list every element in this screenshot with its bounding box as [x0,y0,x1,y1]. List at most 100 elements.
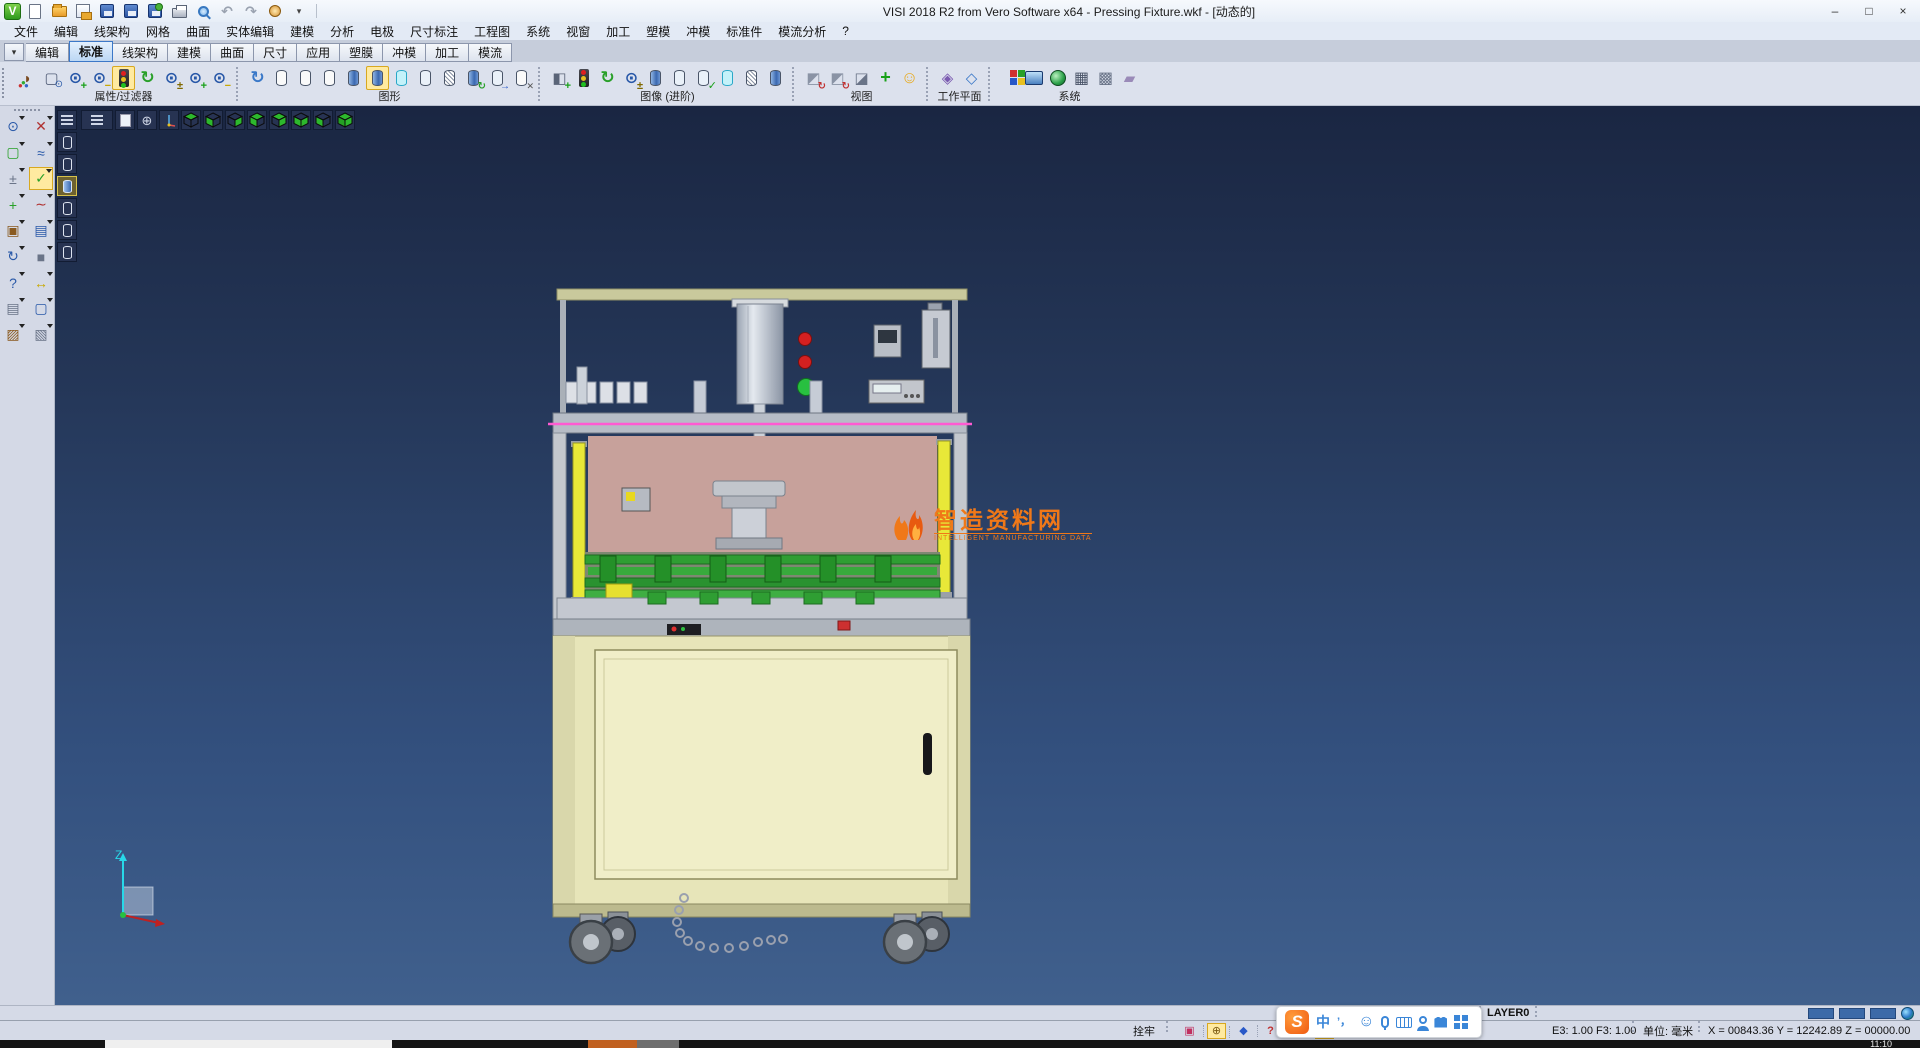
menu-help[interactable]: ? [834,22,857,40]
tab-dropdown-button[interactable]: ▾ [4,43,24,61]
hide-all-icon[interactable] [208,66,231,90]
filter-traffic-light-icon[interactable] [112,66,135,90]
measure-tool[interactable]: ↔ [29,271,53,294]
print-button[interactable] [169,2,189,20]
menu-mold[interactable]: 塑模 [638,22,678,40]
new-file-button[interactable] [25,2,45,20]
save-all-button[interactable] [145,2,165,20]
visi-logo-icon[interactable]: V [4,3,21,20]
attributes-page-view-icon[interactable] [40,66,63,90]
menu-dimension[interactable]: 尺寸标注 [402,22,466,40]
menu-stamping[interactable]: 冲模 [678,22,718,40]
machine-model[interactable] [55,106,1920,1005]
qat-customize-button[interactable]: ▾ [289,2,309,20]
spline-tool[interactable]: ∼ [29,193,53,216]
section-tool[interactable]: ▧ [29,323,53,346]
menu-machining[interactable]: 加工 [598,22,638,40]
hatched-mode-icon[interactable] [438,66,461,90]
shading-settings-icon[interactable] [510,66,533,90]
menu-wireframe[interactable]: 线架构 [86,22,138,40]
advanced-ghost-icon[interactable] [668,66,691,90]
units-indicator[interactable]: 单位: 毫米 [1643,1021,1693,1040]
help-query-tool[interactable]: ? [1,271,25,294]
attributes-paint-icon[interactable] [16,66,39,90]
redo-button[interactable]: ↷ [241,2,261,20]
advanced-shaded-icon[interactable] [644,66,667,90]
globe-icon[interactable] [1901,1007,1914,1020]
ime-skin-icon[interactable] [1434,1017,1447,1028]
move-axis-tool[interactable]: + [1,193,25,216]
insert-file-button[interactable] [73,2,93,20]
taskbar-app-button[interactable] [588,1040,637,1048]
show-entities-icon[interactable] [64,66,87,90]
menu-standard-parts[interactable]: 标准件 [718,22,770,40]
advanced-view-add-icon[interactable] [548,66,571,90]
view-plane-icon[interactable] [850,66,873,90]
ime-keyboard-icon[interactable] [1396,1017,1412,1028]
minimize-button[interactable]: – [1818,1,1852,22]
rotate-view-icon[interactable] [802,66,825,90]
menu-system[interactable]: 系统 [518,22,558,40]
toolbar-drag-handle[interactable] [2,68,10,98]
menu-surface[interactable]: 曲面 [178,22,218,40]
ime-account-icon[interactable] [1419,1016,1427,1024]
refresh-tool[interactable]: ↻ [1,245,25,268]
sogou-logo-icon[interactable]: S [1285,1010,1309,1034]
sketch-curve-tool[interactable]: ≈ [29,141,53,164]
menu-solid-edit[interactable]: 实体编辑 [218,22,282,40]
panel-drag-handle[interactable] [14,109,40,111]
trim-tool[interactable]: ✕ [29,115,53,138]
clipboard-tool[interactable]: ▢ [29,297,53,320]
ime-punctuation-toggle[interactable]: ’， [1337,1017,1351,1028]
tab-mold[interactable]: 塑膜 [340,43,383,62]
save-as-button[interactable] [121,2,141,20]
frame-select-tool[interactable]: ▢ [1,141,25,164]
system-snap-grid-icon[interactable] [1094,66,1117,90]
snap-endpoint-button[interactable]: ▣ [1180,1023,1199,1039]
snap-midpoint-button[interactable]: ◆ [1234,1023,1253,1039]
print-preview-button[interactable] [193,2,213,20]
ghost-mode-icon[interactable] [414,66,437,90]
snap-zoom-edit-button[interactable]: ⊕ [1207,1023,1226,1039]
taskbar-clock[interactable]: 11:10 [1870,1040,1892,1048]
window-view-tool[interactable]: ▤ [29,219,53,242]
save-button[interactable] [97,2,117,20]
taskbar-window-button[interactable] [105,1040,392,1048]
system-globe-icon[interactable] [1046,66,1069,90]
advanced-validate-icon[interactable] [692,66,715,90]
pattern-tool[interactable]: ▨ [1,323,25,346]
zoom-extents-tool[interactable]: ± [1,167,25,190]
dynamic-view-icon[interactable] [826,66,849,90]
solid-cube-tool[interactable]: ■ [29,245,53,268]
color-swatch[interactable] [1839,1008,1865,1019]
transparent-mode-icon[interactable] [390,66,413,90]
advanced-transparent-icon[interactable] [716,66,739,90]
system-grid-icon[interactable] [1070,66,1093,90]
regenerate-shading-icon[interactable] [462,66,485,90]
workplane-align-icon[interactable] [960,66,983,90]
system-plane-icon[interactable] [1118,66,1141,90]
tab-surface[interactable]: 曲面 [211,43,254,62]
close-button[interactable]: × [1886,1,1920,22]
tab-modeling[interactable]: 建模 [168,43,211,62]
maximize-button[interactable]: □ [1852,1,1886,22]
color-swatch[interactable] [1808,1008,1834,1019]
tab-flow[interactable]: 模流 [469,43,512,62]
attributes-tool[interactable]: ▣ [1,219,25,242]
shaded-mode-icon[interactable] [342,66,365,90]
workplane-create-icon[interactable] [936,66,959,90]
zoom-select-tool[interactable]: ⊙ [1,115,25,138]
ime-microphone-icon[interactable] [1381,1016,1389,1028]
menu-flow-analysis[interactable]: 模流分析 [770,22,834,40]
taskbar-app-button[interactable] [637,1040,679,1048]
ime-emoji-button[interactable]: ☺ [1358,1014,1374,1030]
advanced-filter-icon[interactable] [572,66,595,90]
ime-toolbox-icon[interactable] [1454,1015,1460,1021]
render-quality-icon[interactable] [898,66,921,90]
recent-commands-button[interactable] [265,2,285,20]
undo-button[interactable]: ↶ [217,2,237,20]
tab-stamping[interactable]: 冲模 [383,43,426,62]
ime-language-toggle[interactable]: 中 [1316,1015,1330,1029]
advanced-solid-icon[interactable] [764,66,787,90]
tab-standard[interactable]: 标准 [69,41,113,62]
